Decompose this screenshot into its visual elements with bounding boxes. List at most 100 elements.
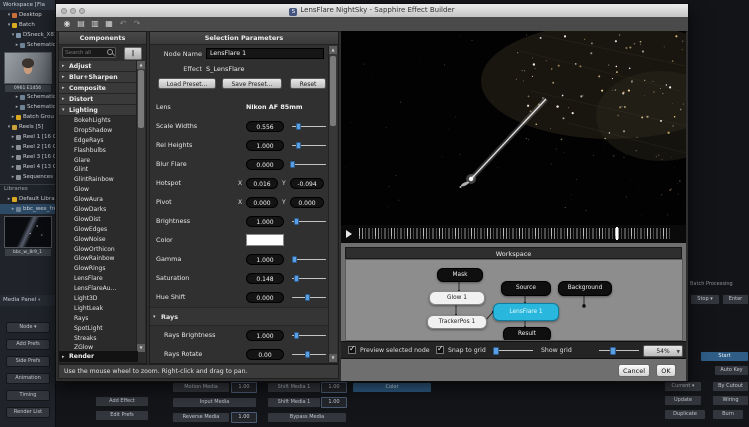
node-source[interactable]: Source bbox=[501, 281, 551, 296]
host-button-timing[interactable]: Timing bbox=[6, 390, 50, 401]
category-render[interactable]: ▸Render bbox=[59, 351, 138, 362]
sidebar-item-batch-grou[interactable]: ▸Batch Grou bbox=[0, 112, 55, 122]
effect-item-bokehlights[interactable]: BokehLights bbox=[59, 116, 138, 126]
media-panel-row[interactable]: Media Panel▾ bbox=[0, 295, 58, 306]
scroll-down-icon[interactable]: ▼ bbox=[329, 354, 337, 362]
slider-handle[interactable] bbox=[296, 123, 301, 131]
category-blur-sharpen[interactable]: ▸Blur+Sharpen bbox=[59, 72, 138, 83]
param-x-field[interactable]: 0.016 bbox=[246, 178, 278, 189]
host-value-field[interactable]: 1.00 bbox=[321, 382, 347, 393]
effect-item-lightleak[interactable]: LightLeak bbox=[59, 304, 138, 314]
effect-item-dropshadow[interactable]: DropShadow bbox=[59, 126, 138, 136]
sidebar-item-batch[interactable]: ▾Batch bbox=[0, 20, 55, 30]
zoom-slider[interactable] bbox=[599, 346, 639, 355]
host-button-motion-media[interactable]: Motion Media bbox=[172, 382, 230, 393]
effect-item-glint[interactable]: Glint bbox=[59, 165, 138, 175]
sidebar-item-schematic-r[interactable]: ▸Schematic R bbox=[0, 40, 55, 50]
effect-item-rays[interactable]: Rays bbox=[59, 314, 138, 324]
node-graph-canvas[interactable]: MaskGlow 1TrackerPos 1SourceLensFlare 1R… bbox=[345, 259, 683, 341]
info-icon[interactable]: ◉ bbox=[61, 18, 73, 30]
host-button-duplicate[interactable]: Duplicate bbox=[664, 409, 706, 420]
clip-thumbnail-night[interactable] bbox=[4, 216, 52, 248]
host-button-color[interactable]: Color bbox=[352, 382, 432, 393]
host-button-shift-media-1[interactable]: Shift Media 1 bbox=[267, 397, 321, 408]
node-name-input[interactable] bbox=[206, 48, 324, 59]
host-value-field[interactable]: 1.00 bbox=[231, 412, 257, 423]
sidebar-item-dsneck-x81-5[interactable]: ▾DSneck_X81 [5] bbox=[0, 30, 55, 40]
param-value-field[interactable]: 0.556 bbox=[246, 121, 284, 132]
play-button[interactable] bbox=[346, 230, 352, 238]
grid-size-slider[interactable] bbox=[493, 346, 533, 355]
effect-item-glowdarks[interactable]: GlowDarks bbox=[59, 205, 138, 215]
host-button-input-media[interactable]: Input Media bbox=[172, 397, 257, 408]
category-lighting[interactable]: ▾Lighting bbox=[59, 105, 138, 116]
host-button-stop[interactable]: Stop ▾ bbox=[690, 294, 720, 305]
node-background[interactable]: Background bbox=[558, 281, 612, 296]
param-value-field[interactable]: 0.148 bbox=[246, 273, 284, 284]
sidebar-item-bbc-wex-fre[interactable]: ▸bbc_wex_fre_ bbox=[0, 204, 55, 214]
slider-handle[interactable] bbox=[296, 142, 301, 150]
param-value-field[interactable]: 0.00 bbox=[246, 349, 284, 360]
effect-item-glow[interactable]: Glow bbox=[59, 185, 138, 195]
param-y-field[interactable]: 0.000 bbox=[290, 197, 324, 208]
lens-select[interactable]: Nikon AF 85mm bbox=[246, 103, 303, 111]
timeline-ruler[interactable] bbox=[359, 228, 672, 239]
category-composite[interactable]: ▸Composite bbox=[59, 83, 138, 94]
scrollbar-thumb[interactable] bbox=[138, 70, 144, 128]
sidebar-item-schematic-r[interactable]: ▸Schematic R bbox=[0, 102, 55, 112]
host-button-animation[interactable]: Animation bbox=[6, 373, 50, 384]
param-value-field[interactable]: 1.000 bbox=[246, 254, 284, 265]
sidebar-item-default-librar[interactable]: ▸Default Librar bbox=[0, 194, 55, 204]
param-slider[interactable] bbox=[292, 274, 326, 283]
effect-item-glownoise[interactable]: GlowNoise bbox=[59, 235, 138, 245]
node-glow-1[interactable]: Glow 1 bbox=[429, 291, 485, 305]
save-preset-button[interactable]: Save Preset... bbox=[222, 78, 282, 89]
param-slider[interactable] bbox=[292, 350, 326, 359]
effect-item-lensflareau[interactable]: LensFlareAu... bbox=[59, 284, 138, 294]
scrollbar-thumb[interactable] bbox=[330, 56, 336, 126]
sidebar-item-reel-3-16-cl[interactable]: ▸Reel 3 [16 Cl bbox=[0, 152, 55, 162]
host-value-field[interactable]: 1.00 bbox=[321, 397, 347, 408]
dialog-titlebar[interactable]: SLensFlare NightSky - Sapphire Effect Bu… bbox=[56, 4, 688, 18]
new-setup-icon[interactable]: ▤ bbox=[75, 18, 87, 30]
slider-handle[interactable] bbox=[294, 275, 299, 283]
preview-video[interactable] bbox=[341, 31, 686, 225]
filter-toggle-button[interactable]: ‖ bbox=[124, 47, 142, 60]
effect-item-gloworthicon[interactable]: GlowOrthicon bbox=[59, 245, 138, 255]
preview-selected-node-checkbox[interactable]: ✓ bbox=[348, 346, 356, 354]
snap-to-grid-checkbox[interactable]: ✓ bbox=[436, 346, 444, 354]
param-slider[interactable] bbox=[292, 217, 326, 226]
redo-icon[interactable]: ↷ bbox=[131, 18, 143, 30]
ok-button[interactable]: OK bbox=[656, 364, 676, 377]
save-setup-icon[interactable]: ▦ bbox=[103, 18, 115, 30]
param-value-field[interactable]: 1.000 bbox=[246, 140, 284, 151]
host-button-render-list[interactable]: Render List bbox=[6, 407, 50, 418]
effect-item-glintrainbow[interactable]: GlintRainbow bbox=[59, 175, 138, 185]
effect-item-flashbulbs[interactable]: Flashbulbs bbox=[59, 146, 138, 156]
playhead-marker[interactable] bbox=[616, 227, 618, 240]
load-preset-button[interactable]: Load Preset... bbox=[158, 78, 216, 89]
host-button-edit-prefs[interactable]: Edit Prefs bbox=[95, 410, 149, 421]
slider-handle[interactable] bbox=[294, 332, 299, 340]
host-button-side-prefs[interactable]: Side Prefs bbox=[6, 356, 50, 367]
param-value-field[interactable]: 1.000 bbox=[246, 330, 284, 341]
category-adjust[interactable]: ▸Adjust bbox=[59, 61, 138, 72]
effect-item-spotlight[interactable]: SpotLight bbox=[59, 324, 138, 334]
open-setup-icon[interactable]: ▥ bbox=[89, 18, 101, 30]
param-slider[interactable] bbox=[292, 331, 326, 340]
param-value-field[interactable]: 1.000 bbox=[246, 216, 284, 227]
clip-thumbnail-portrait[interactable] bbox=[4, 52, 52, 84]
param-slider[interactable] bbox=[292, 293, 326, 302]
param-value-field[interactable]: 0.000 bbox=[246, 159, 284, 170]
param-slider[interactable] bbox=[292, 160, 326, 169]
sidebar-item-desktop[interactable]: ▾Desktop bbox=[0, 10, 55, 20]
host-button-wiring[interactable]: Wiring bbox=[712, 395, 749, 406]
param-slider[interactable] bbox=[292, 255, 326, 264]
parameters-scrollbar[interactable]: ▲ ▼ bbox=[328, 46, 337, 362]
host-button-add-prefs[interactable]: Add Prefs bbox=[6, 339, 50, 350]
slider-handle[interactable] bbox=[292, 256, 297, 264]
zoom-level-select[interactable]: 54%▼ bbox=[643, 345, 683, 357]
sidebar-item-reel-1-16-cl[interactable]: ▸Reel 1 [16 Cl bbox=[0, 132, 55, 142]
param-value-field[interactable]: 0.000 bbox=[246, 292, 284, 303]
slider-handle[interactable] bbox=[290, 161, 295, 169]
